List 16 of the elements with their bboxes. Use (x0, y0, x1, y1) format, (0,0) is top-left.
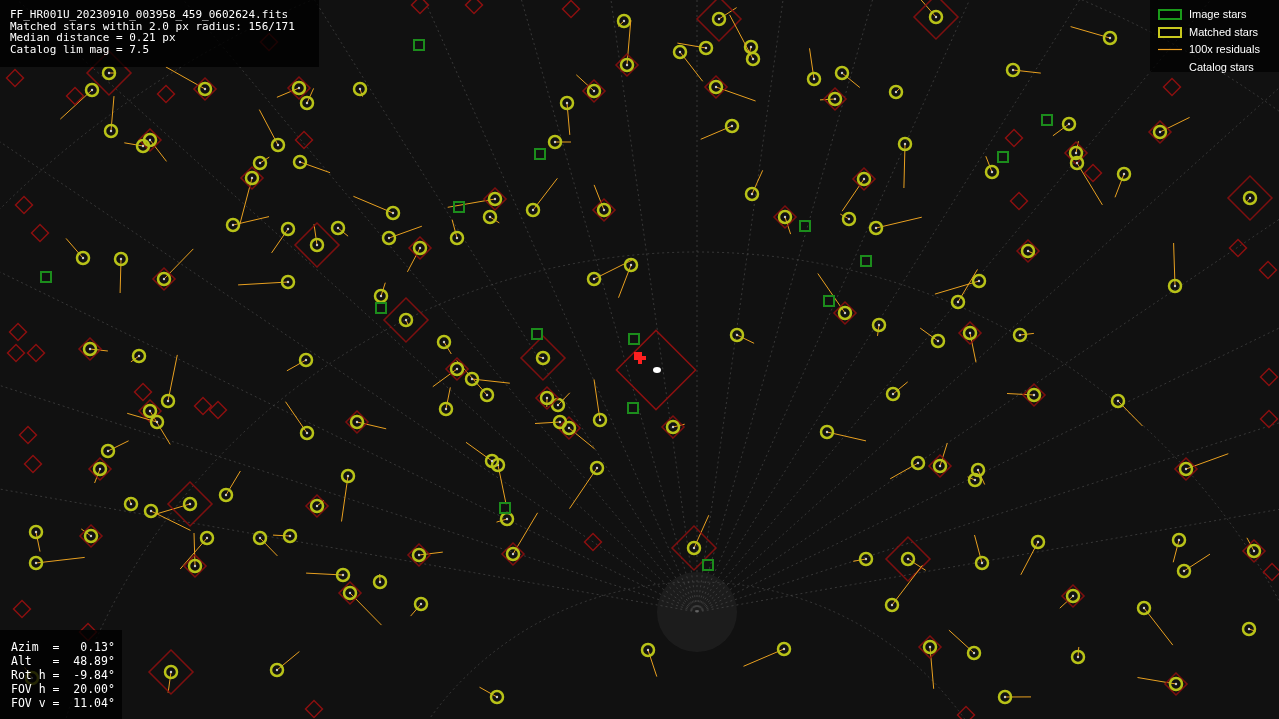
pointing-text: FOV v = 11.04° (11, 696, 116, 710)
info-text: Matched stars within 2.0 px radius: 156/171 (10, 20, 296, 32)
pointing-text: Alt = 48.89° (11, 654, 116, 668)
line-icon (1158, 48, 1182, 52)
pointing-text: Azim = 0.13° (11, 640, 116, 654)
pointing-text: Rot h = -9.84° (11, 668, 116, 682)
legend-label: Catalog stars (1189, 59, 1254, 75)
pointing-text: FOV h = 20.00° (11, 682, 116, 696)
square-icon (1158, 9, 1182, 21)
info-text: Catalog lim mag = 7.5 (10, 43, 151, 55)
legend-label: 100x residuals (1189, 42, 1260, 57)
legend-label: Image stars (1189, 7, 1247, 22)
square-icon (1158, 26, 1182, 38)
info-text: FF_HR001U_20230910_003958_459_0602624.fits (10, 9, 290, 21)
info-text: Median distance = 0.21 px (10, 32, 176, 44)
legend-label: Matched stars (1189, 24, 1259, 40)
